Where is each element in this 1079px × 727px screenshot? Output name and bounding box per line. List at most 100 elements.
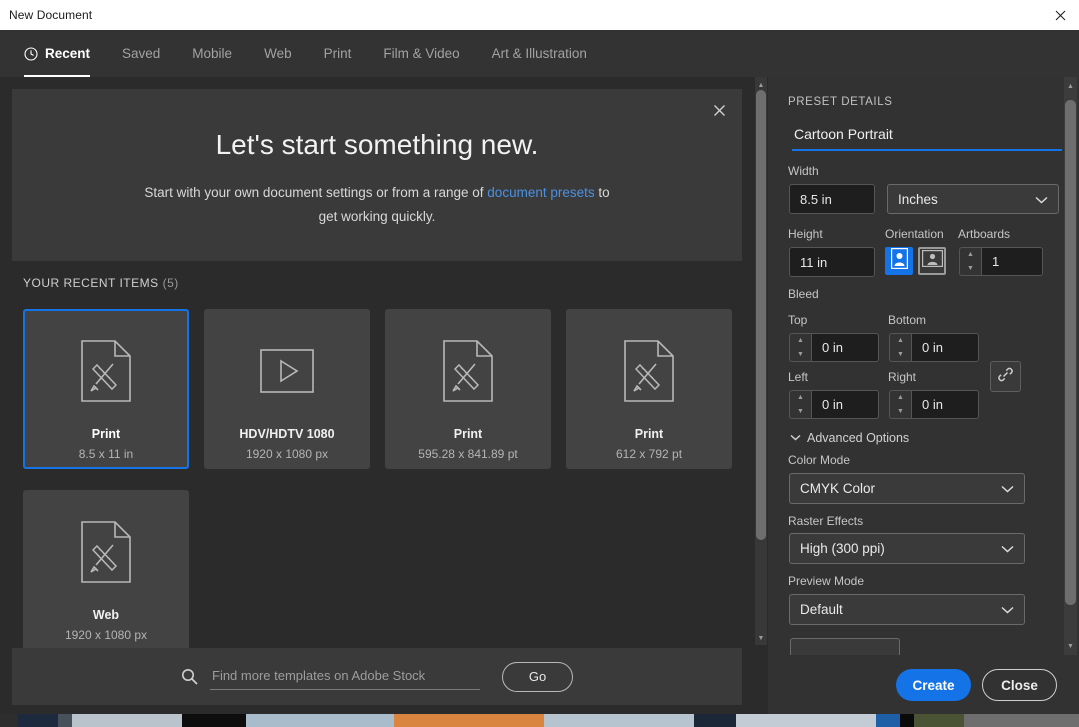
recent-card-3[interactable]: Print 612 x 792 pt	[566, 309, 732, 469]
link-chain-icon	[997, 366, 1014, 388]
stepper-up-icon[interactable]: ▲	[890, 334, 911, 348]
left-pane-scrollbar-thumb[interactable]	[756, 90, 766, 540]
tab-saved[interactable]: Saved	[122, 30, 160, 77]
bleed-top-stepper[interactable]: ▲ ▼	[789, 333, 879, 362]
chevron-down-icon	[790, 433, 801, 443]
peek-segment	[18, 714, 58, 727]
tab-film-video[interactable]: Film & Video	[383, 30, 459, 77]
landscape-orientation-button[interactable]	[918, 247, 946, 275]
right-scroll-up-arrow[interactable]: ▲	[1064, 80, 1077, 93]
tab-recent-label: Recent	[45, 46, 91, 61]
artboards-stepper-buttons[interactable]: ▲ ▼	[959, 247, 981, 276]
close-icon	[713, 104, 725, 116]
stepper-up-icon[interactable]: ▲	[790, 391, 811, 405]
bleed-bottom-input[interactable]	[911, 333, 979, 362]
recent-card-0-title: Print	[91, 427, 121, 441]
artboards-stepper[interactable]: ▲ ▼	[959, 247, 1043, 276]
recent-items-heading-label: YOUR RECENT ITEMS	[23, 276, 159, 290]
height-input[interactable]	[789, 247, 875, 277]
chevron-down-icon	[1001, 602, 1014, 617]
banner-close-button[interactable]	[707, 99, 731, 121]
recent-card-0-subtitle: 8.5 x 11 in	[78, 447, 134, 461]
stepper-up-icon[interactable]: ▲	[790, 334, 811, 348]
bleed-link-toggle-button[interactable]	[990, 361, 1021, 392]
document-pencil-ruler-icon	[440, 338, 496, 404]
units-select[interactable]: Inches	[887, 184, 1059, 214]
right-panel-scrollbar-thumb[interactable]	[1065, 100, 1076, 605]
chevron-down-icon	[1001, 541, 1014, 556]
bleed-left-label: Left	[788, 370, 809, 384]
recent-card-1[interactable]: HDV/HDTV 1080 1920 x 1080 px	[204, 309, 370, 469]
bleed-right-stepper[interactable]: ▲ ▼	[889, 390, 979, 419]
artboards-label: Artboards	[958, 227, 1011, 241]
recent-card-1-title: HDV/HDTV 1080	[239, 427, 335, 441]
stock-go-button[interactable]: Go	[502, 661, 573, 692]
peek-segment	[394, 714, 544, 727]
close-button[interactable]: Close	[982, 669, 1057, 701]
stepper-down-icon[interactable]: ▼	[790, 405, 811, 419]
stock-search-input[interactable]	[210, 663, 480, 690]
bleed-bottom-label: Bottom	[888, 313, 927, 327]
preset-name-input[interactable]	[792, 123, 1062, 151]
chevron-down-icon	[1001, 481, 1014, 496]
search-icon	[181, 668, 198, 685]
document-presets-link[interactable]: document presets	[487, 185, 594, 200]
bleed-top-input[interactable]	[811, 333, 879, 362]
bleed-bottom-stepper[interactable]: ▲ ▼	[889, 333, 979, 362]
preset-details-heading: PRESET DETAILS	[788, 96, 893, 108]
document-pencil-ruler-icon	[621, 338, 677, 404]
right-scroll-down-arrow[interactable]: ▼	[1064, 640, 1077, 653]
orientation-label: Orientation	[885, 227, 944, 241]
stepper-down-icon[interactable]: ▼	[790, 348, 811, 362]
stepper-up-icon[interactable]: ▲	[960, 248, 981, 262]
welcome-banner: Let's start something new. Start with yo…	[12, 89, 742, 261]
preview-mode-select[interactable]: Default	[789, 594, 1025, 625]
recent-card-2-title: Print	[453, 427, 483, 441]
recent-card-2[interactable]: Print 595.28 x 841.89 pt	[385, 309, 551, 469]
artboards-input[interactable]	[981, 247, 1043, 276]
stepper-down-icon[interactable]: ▼	[890, 348, 911, 362]
tab-saved-label: Saved	[122, 46, 161, 61]
bleed-left-stepper[interactable]: ▲ ▼	[789, 390, 879, 419]
create-button[interactable]: Create	[896, 669, 971, 701]
document-pencil-ruler-icon	[78, 338, 134, 404]
recent-card-4-subtitle: 1920 x 1080 px	[64, 628, 148, 642]
peek-segment	[964, 714, 1079, 727]
advanced-options-label: Advanced Options	[807, 431, 910, 445]
bleed-right-stepper-buttons[interactable]: ▲ ▼	[889, 390, 911, 419]
width-input[interactable]	[789, 184, 875, 214]
stepper-up-icon[interactable]: ▲	[890, 391, 911, 405]
stepper-down-icon[interactable]: ▼	[890, 405, 911, 419]
peek-segment	[246, 714, 394, 727]
bleed-left-input[interactable]	[811, 390, 879, 419]
tab-art-illustration[interactable]: Art & Illustration	[492, 30, 587, 77]
bleed-top-stepper-buttons[interactable]: ▲ ▼	[789, 333, 811, 362]
recent-documents-pane: Let's start something new. Start with yo…	[0, 77, 756, 727]
raster-effects-select[interactable]: High (300 ppi)	[789, 533, 1025, 564]
color-mode-select[interactable]: CMYK Color	[789, 473, 1025, 504]
stepper-down-icon[interactable]: ▼	[960, 262, 981, 276]
bleed-right-label: Right	[888, 370, 917, 384]
window-close-button[interactable]	[1041, 0, 1079, 30]
color-mode-select-value: CMYK Color	[800, 481, 876, 496]
bleed-top-label: Top	[788, 313, 808, 327]
bleed-bottom-stepper-buttons[interactable]: ▲ ▼	[889, 333, 911, 362]
advanced-options-toggle[interactable]: Advanced Options	[790, 431, 909, 445]
tab-mobile[interactable]: Mobile	[192, 30, 232, 77]
portrait-orientation-icon	[890, 248, 908, 274]
peek-segment	[900, 714, 914, 727]
recent-card-0[interactable]: Print 8.5 x 11 in	[23, 309, 189, 469]
tab-print[interactable]: Print	[324, 30, 352, 77]
tab-web[interactable]: Web	[264, 30, 292, 77]
bleed-left-stepper-buttons[interactable]: ▲ ▼	[789, 390, 811, 419]
recent-card-4[interactable]: Web 1920 x 1080 px	[23, 490, 189, 650]
tab-recent[interactable]: Recent	[24, 30, 91, 77]
recent-items-heading: YOUR RECENT ITEMS (5)	[23, 276, 179, 290]
bleed-right-input[interactable]	[911, 390, 979, 419]
document-pencil-ruler-icon	[78, 519, 134, 585]
peek-segment	[58, 714, 72, 727]
left-scroll-down-arrow[interactable]: ▼	[755, 632, 767, 644]
portrait-orientation-button[interactable]	[885, 247, 913, 275]
banner-title: Let's start something new.	[215, 129, 539, 160]
bleed-heading: Bleed	[788, 287, 819, 301]
